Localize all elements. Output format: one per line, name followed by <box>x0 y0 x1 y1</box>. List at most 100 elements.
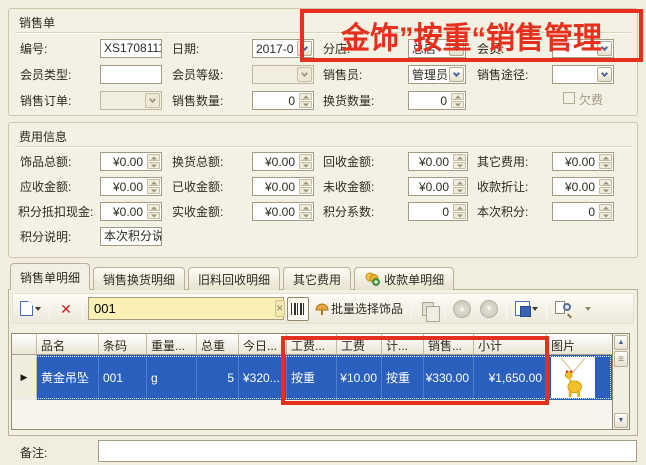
column-header-weight-unit[interactable]: 重量... <box>147 334 197 355</box>
spin-down-icon[interactable] <box>299 212 312 219</box>
spin-up-icon[interactable] <box>147 204 160 211</box>
tab-recycle-detail[interactable]: 旧料回收明细 <box>188 267 280 290</box>
fee-info-group-title: 费用信息 <box>19 128 67 145</box>
scroll-thumb[interactable]: ≡ <box>614 351 628 367</box>
exchange-total-value: ¥0.00 <box>253 153 298 170</box>
column-header-barcode[interactable]: 条码 <box>99 334 147 355</box>
points-note-field[interactable]: 本次积分说 <box>100 227 162 246</box>
cell-photo[interactable] <box>547 355 612 400</box>
tab-label: 收款单明细 <box>384 271 444 288</box>
scroll-track[interactable] <box>613 367 629 412</box>
spin-up-icon[interactable] <box>299 154 312 161</box>
spin-up-icon[interactable] <box>451 93 464 100</box>
unreceived-label: 未收金额: <box>323 180 374 194</box>
points-cash-field[interactable]: ¥0.00 <box>100 202 162 221</box>
barcode-input[interactable] <box>89 301 275 316</box>
sales-order-ref-combobox[interactable] <box>100 91 162 110</box>
dropdown-arrow-icon[interactable] <box>597 67 612 82</box>
cell-total-weight[interactable]: 5 <box>197 355 239 400</box>
cell-weight-unit[interactable]: g <box>147 355 197 400</box>
spin-down-icon[interactable] <box>453 162 466 169</box>
points-earned-field[interactable]: 0 <box>552 202 614 221</box>
cell-name[interactable]: 黄金吊坠 <box>37 355 99 400</box>
spin-up-icon[interactable] <box>453 179 466 186</box>
move-down-button[interactable]: ▼ <box>477 297 501 321</box>
save-export-button[interactable] <box>512 297 541 321</box>
spin-down-icon[interactable] <box>299 187 312 194</box>
member-level-combobox[interactable] <box>252 65 314 84</box>
cell-barcode[interactable]: 001 <box>99 355 147 400</box>
spin-down-icon[interactable] <box>299 101 312 108</box>
spin-up-icon[interactable] <box>299 93 312 100</box>
spin-up-icon[interactable] <box>147 179 160 186</box>
column-header-name[interactable]: 品名 <box>37 334 99 355</box>
tab-sales-detail[interactable]: 销售单明细 <box>10 263 90 290</box>
spin-down-icon[interactable] <box>299 162 312 169</box>
cell-today-price[interactable]: ¥320... <box>239 355 287 400</box>
actual-received-label: 实收金额: <box>172 205 223 219</box>
toolbar-overflow-button[interactable] <box>577 297 599 321</box>
batch-select-button[interactable]: 批量选择饰品 <box>312 297 406 321</box>
clear-input-icon[interactable]: ✕ <box>275 300 285 317</box>
toolbar-separator <box>444 299 445 319</box>
spin-up-icon[interactable] <box>599 204 612 211</box>
remark-input[interactable] <box>98 440 637 462</box>
tab-exchange-detail[interactable]: 销售换货明细 <box>93 267 185 290</box>
spin-up-icon[interactable] <box>453 154 466 161</box>
move-up-button[interactable]: ▲ <box>450 297 474 321</box>
exchange-qty-stepper[interactable]: 0 <box>408 91 466 110</box>
dropdown-arrow-icon[interactable] <box>449 67 464 82</box>
preview-search-button[interactable] <box>552 297 574 321</box>
spin-down-icon[interactable] <box>451 101 464 108</box>
spin-up-icon[interactable] <box>299 179 312 186</box>
column-header-today-price[interactable]: 今日... <box>239 334 287 355</box>
barcode-scan-button[interactable] <box>287 297 309 321</box>
grid-selector-header[interactable] <box>12 334 37 355</box>
salesperson-combobox[interactable]: 管理员 <box>408 65 466 84</box>
points-factor-label: 积分系数: <box>323 205 374 219</box>
spin-down-icon[interactable] <box>599 212 612 219</box>
item-total-field[interactable]: ¥0.00 <box>100 152 162 171</box>
receivable-field[interactable]: ¥0.00 <box>100 177 162 196</box>
delete-item-button[interactable]: ✕ <box>55 297 77 321</box>
scroll-down-icon[interactable]: ▼ <box>614 413 628 428</box>
spin-up-icon[interactable] <box>299 204 312 211</box>
spin-down-icon[interactable] <box>599 162 612 169</box>
spin-down-icon[interactable] <box>147 212 160 219</box>
number-label: 编号: <box>20 42 47 56</box>
column-header-photo[interactable]: 图片 <box>547 334 612 355</box>
points-factor-field[interactable]: 0 <box>408 202 468 221</box>
grid-vertical-scrollbar[interactable]: ▲ ≡ ▼ <box>612 334 629 429</box>
spin-up-icon[interactable] <box>147 154 160 161</box>
spin-down-icon[interactable] <box>147 187 160 194</box>
unreceived-field[interactable]: ¥0.00 <box>408 177 468 196</box>
number-field[interactable]: XS1708111 <box>100 39 162 58</box>
row-marker-icon[interactable]: ▶ <box>12 355 37 400</box>
scroll-up-icon[interactable]: ▲ <box>614 335 628 350</box>
copy-item-button[interactable] <box>417 297 439 321</box>
discount-field[interactable]: ¥0.00 <box>552 177 614 196</box>
new-item-button[interactable] <box>17 297 44 321</box>
spin-down-icon[interactable] <box>599 187 612 194</box>
received-field[interactable]: ¥0.00 <box>252 177 314 196</box>
actual-received-value: ¥0.00 <box>253 203 298 220</box>
other-fee-field[interactable]: ¥0.00 <box>552 152 614 171</box>
recycle-amount-field[interactable]: ¥0.00 <box>408 152 468 171</box>
toolbar-separator <box>49 299 50 319</box>
member-type-field[interactable] <box>100 65 162 84</box>
batch-select-label: 批量选择饰品 <box>331 300 403 317</box>
tab-receipt-detail[interactable]: 收款单明细 <box>354 267 454 290</box>
spin-up-icon[interactable] <box>599 179 612 186</box>
tab-other-fee[interactable]: 其它费用 <box>283 267 351 290</box>
channel-combobox[interactable] <box>552 65 614 84</box>
arrears-checkbox[interactable] <box>563 92 575 104</box>
spin-up-icon[interactable] <box>453 204 466 211</box>
spin-up-icon[interactable] <box>599 154 612 161</box>
spin-down-icon[interactable] <box>453 187 466 194</box>
column-header-total-weight[interactable]: 总重 <box>197 334 239 355</box>
actual-received-field[interactable]: ¥0.00 <box>252 202 314 221</box>
spin-down-icon[interactable] <box>147 162 160 169</box>
exchange-total-field[interactable]: ¥0.00 <box>252 152 314 171</box>
sales-qty-stepper[interactable]: 0 <box>252 91 314 110</box>
spin-down-icon[interactable] <box>453 212 466 219</box>
